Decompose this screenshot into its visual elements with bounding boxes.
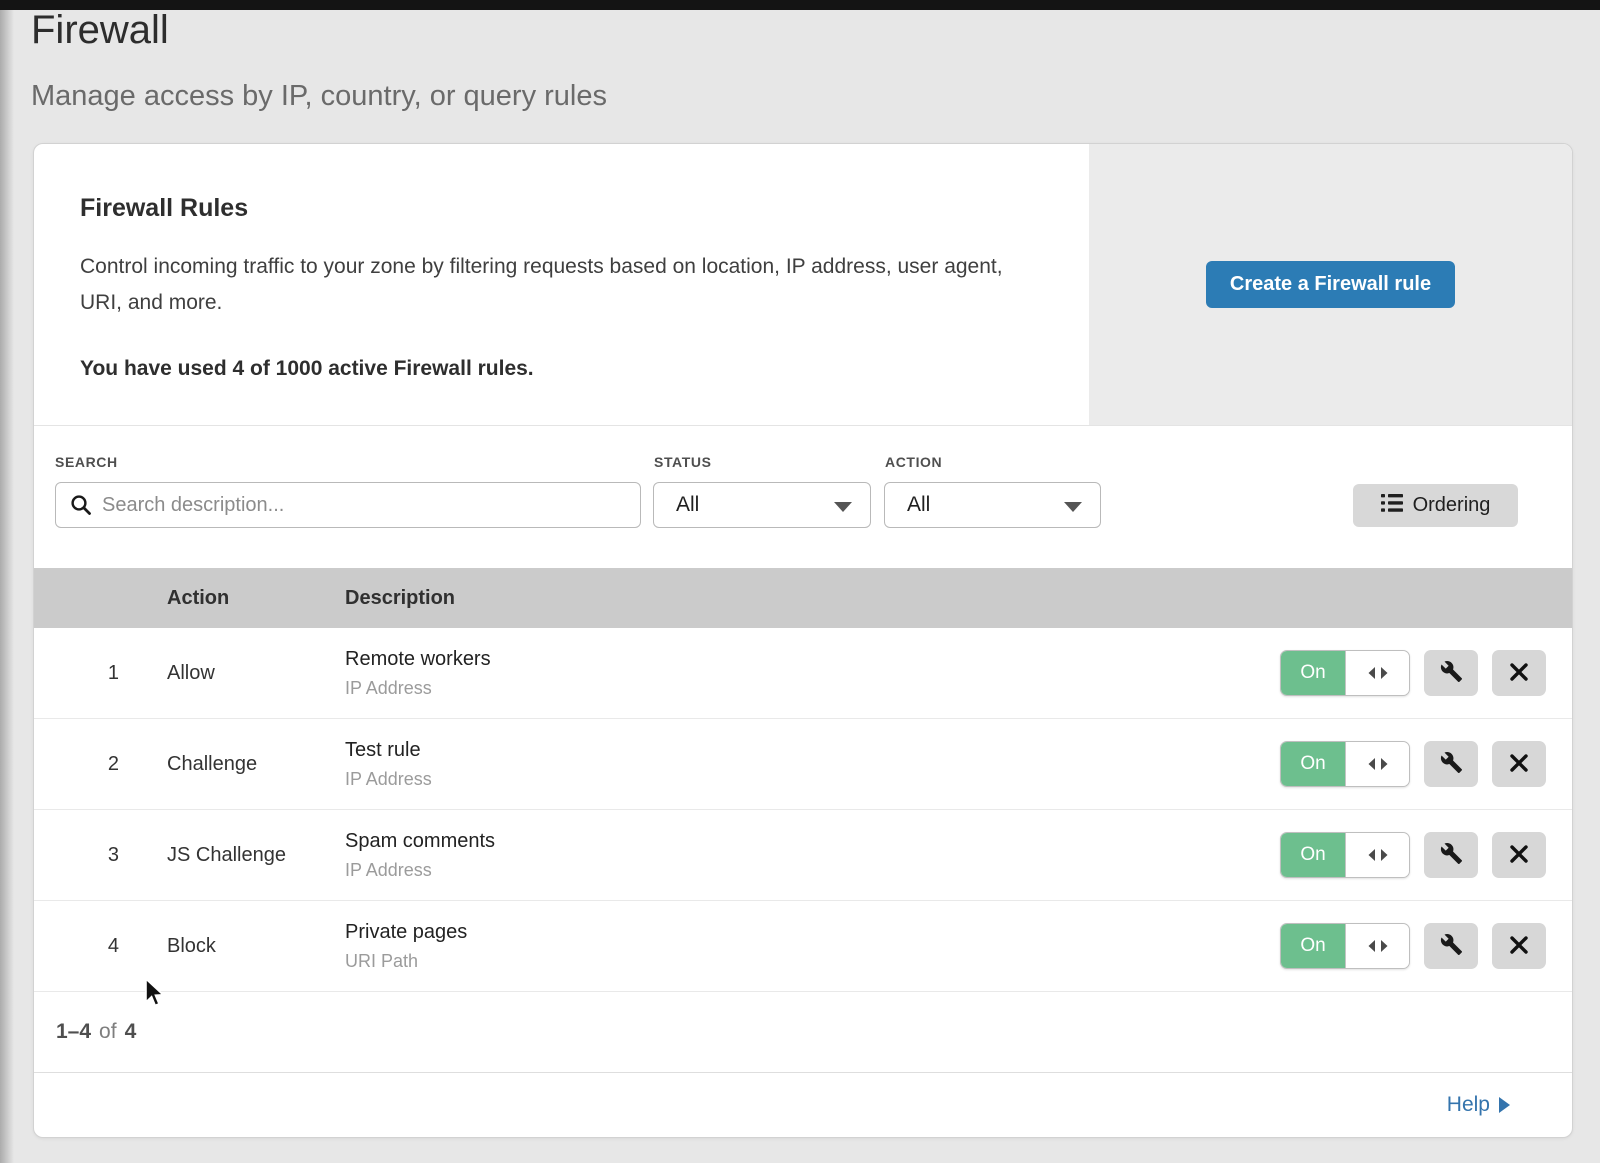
table-row: 1 Allow Remote workers IP Address On <box>34 628 1572 719</box>
status-select[interactable]: All <box>653 482 871 528</box>
wrench-icon <box>1440 751 1463 777</box>
table-row: 3 JS Challenge Spam comments IP Address … <box>34 810 1572 901</box>
page-subtitle: Manage access by IP, country, or query r… <box>31 80 607 113</box>
rule-controls: On <box>1280 832 1572 878</box>
rule-number: 2 <box>34 753 119 776</box>
delete-rule-button[interactable] <box>1492 650 1546 696</box>
search-field-wrap <box>55 482 641 528</box>
action-select[interactable]: All <box>884 482 1101 528</box>
usage-summary: You have used 4 of 1000 active Firewall … <box>80 357 1029 381</box>
card-header: Firewall Rules Control incoming traffic … <box>34 144 1572 426</box>
rule-enabled-toggle[interactable]: On <box>1280 650 1410 696</box>
rule-match-type: IP Address <box>345 769 1280 790</box>
rule-match-type: URI Path <box>345 951 1280 972</box>
rule-number: 4 <box>34 935 119 958</box>
action-label: ACTION <box>885 454 942 470</box>
search-icon <box>70 494 92 521</box>
filters-bar: SEARCH STATUS ACTION All All Ordering <box>34 426 1572 568</box>
toggle-on-label: On <box>1281 833 1345 877</box>
status-select-value: All <box>676 493 699 517</box>
page-title: Firewall <box>31 8 169 53</box>
rule-enabled-toggle[interactable]: On <box>1280 923 1410 969</box>
ordering-button-label: Ordering <box>1413 494 1491 517</box>
help-link[interactable]: Help <box>1447 1093 1510 1117</box>
toggle-handle-arrows-icon <box>1345 833 1409 877</box>
window-top-edge <box>0 0 1600 10</box>
x-icon <box>1509 662 1529 685</box>
action-select-value: All <box>907 493 930 517</box>
pagination-total: 4 <box>125 1020 137 1044</box>
delete-rule-button[interactable] <box>1492 923 1546 969</box>
rule-action: Challenge <box>119 753 297 776</box>
edit-rule-button[interactable] <box>1424 832 1478 878</box>
pagination-of: of <box>99 1020 117 1044</box>
wrench-icon <box>1440 842 1463 868</box>
x-icon <box>1509 844 1529 867</box>
edit-rule-button[interactable] <box>1424 741 1478 787</box>
rule-match-type: IP Address <box>345 860 1280 881</box>
rule-description: Test rule <box>345 739 1280 762</box>
ordering-button[interactable]: Ordering <box>1353 484 1518 527</box>
rule-enabled-toggle[interactable]: On <box>1280 832 1410 878</box>
chevron-down-icon <box>1064 502 1082 512</box>
pagination-range: 1–4 <box>56 1020 91 1044</box>
rule-description-cell: Spam comments IP Address <box>297 830 1280 881</box>
rule-action: JS Challenge <box>119 844 297 867</box>
wrench-icon <box>1440 933 1463 959</box>
column-header-description: Description <box>345 587 1572 610</box>
window-left-shadow <box>0 10 14 1163</box>
table-header: Action Description <box>34 568 1572 628</box>
edit-rule-button[interactable] <box>1424 923 1478 969</box>
rule-description-cell: Private pages URI Path <box>297 921 1280 972</box>
search-input[interactable] <box>55 482 641 528</box>
delete-rule-button[interactable] <box>1492 741 1546 787</box>
pagination: 1–4 of 4 <box>34 992 1572 1073</box>
table-row: 2 Challenge Test rule IP Address On <box>34 719 1572 810</box>
rule-enabled-toggle[interactable]: On <box>1280 741 1410 787</box>
toggle-handle-arrows-icon <box>1345 924 1409 968</box>
wrench-icon <box>1440 660 1463 686</box>
toggle-on-label: On <box>1281 924 1345 968</box>
status-label: STATUS <box>654 454 712 470</box>
card-header-text: Firewall Rules Control incoming traffic … <box>34 144 1089 425</box>
toggle-handle-arrows-icon <box>1345 651 1409 695</box>
rule-match-type: IP Address <box>345 678 1280 699</box>
rule-description: Remote workers <box>345 648 1280 671</box>
x-icon <box>1509 753 1529 776</box>
rule-number: 1 <box>34 662 119 685</box>
card-description: Control incoming traffic to your zone by… <box>80 249 1029 321</box>
rule-action: Block <box>119 935 297 958</box>
rule-description: Spam comments <box>345 830 1280 853</box>
firewall-rules-card: Firewall Rules Control incoming traffic … <box>33 143 1573 1138</box>
search-label: SEARCH <box>55 454 118 470</box>
rule-action: Allow <box>119 662 297 685</box>
rule-controls: On <box>1280 650 1572 696</box>
edit-rule-button[interactable] <box>1424 650 1478 696</box>
delete-rule-button[interactable] <box>1492 832 1546 878</box>
toggle-on-label: On <box>1281 742 1345 786</box>
create-firewall-rule-button[interactable]: Create a Firewall rule <box>1206 261 1455 308</box>
rule-description: Private pages <box>345 921 1280 944</box>
ordering-list-icon <box>1381 493 1403 519</box>
chevron-down-icon <box>834 502 852 512</box>
card-title: Firewall Rules <box>80 194 1029 223</box>
rule-description-cell: Test rule IP Address <box>297 739 1280 790</box>
toggle-handle-arrows-icon <box>1345 742 1409 786</box>
rule-number: 3 <box>34 844 119 867</box>
rule-controls: On <box>1280 923 1572 969</box>
card-footer: Help <box>34 1073 1572 1136</box>
column-header-action: Action <box>34 587 345 610</box>
table-row: 4 Block Private pages URI Path On <box>34 901 1572 992</box>
rule-description-cell: Remote workers IP Address <box>297 648 1280 699</box>
x-icon <box>1509 935 1529 958</box>
help-link-label: Help <box>1447 1093 1490 1117</box>
help-arrow-icon <box>1499 1097 1510 1113</box>
rule-controls: On <box>1280 741 1572 787</box>
card-header-panel: Create a Firewall rule <box>1089 144 1572 425</box>
toggle-on-label: On <box>1281 651 1345 695</box>
